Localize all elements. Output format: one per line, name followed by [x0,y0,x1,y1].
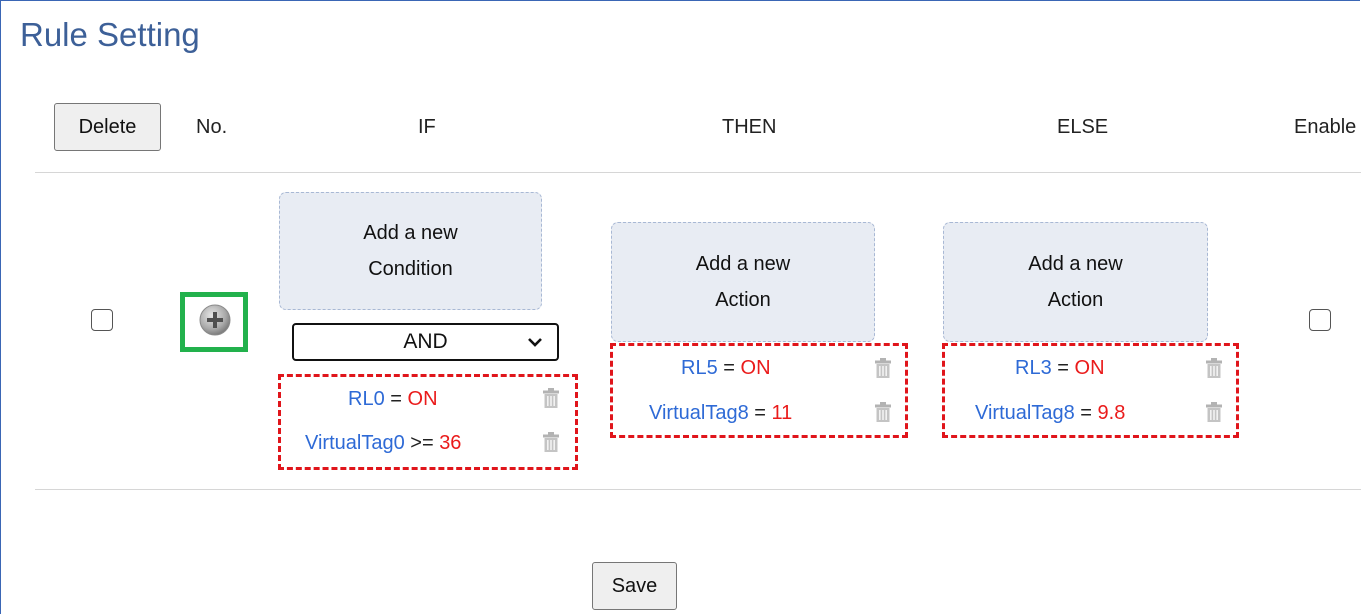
action-tag: VirtualTag8 [649,402,749,424]
trash-icon[interactable] [874,357,892,379]
add-condition-line1: Add a new [363,222,458,244]
plus-circle-icon[interactable] [198,303,232,337]
action-value: 11 [771,402,793,424]
else-action-item[interactable]: VirtualTag8 = 9.8 [975,402,1125,425]
delete-button[interactable]: Delete [54,103,161,151]
condition-tag: RL0 [348,388,385,410]
column-header-enable: Enable [1294,116,1357,138]
action-tag: VirtualTag8 [975,402,1075,424]
action-operator: = [723,357,735,379]
logic-operator-select[interactable]: AND [292,323,559,361]
trash-icon[interactable] [542,387,560,409]
add-else-action-button[interactable]: Add a new Action [943,222,1208,342]
action-operator: = [1057,357,1069,379]
logic-operator-value: AND [403,330,448,353]
action-value: 9.8 [1097,402,1126,424]
chevron-down-icon [528,338,542,347]
add-action-line1: Add a new [1028,253,1123,275]
column-header-no: No. [196,116,228,138]
add-action-line2: Action [1047,289,1104,311]
condition-value: 36 [439,432,462,454]
row-select-checkbox[interactable] [91,309,113,331]
condition-item[interactable]: RL0 = ON [348,388,438,411]
column-header-if: IF [418,116,436,138]
add-action-line1: Add a new [695,253,791,275]
action-value: ON [1074,357,1105,379]
condition-value: ON [407,388,438,410]
add-action-line2: Action [715,289,771,311]
condition-operator: = [390,388,402,410]
action-value: ON [740,357,771,379]
page-title: Rule Setting [20,16,200,53]
row-divider [35,489,1361,490]
else-action-item[interactable]: RL3 = ON [1015,357,1105,380]
condition-tag: VirtualTag0 [305,432,405,454]
condition-operator: >= [410,432,434,454]
trash-icon[interactable] [542,431,560,453]
column-header-else: ELSE [1057,116,1109,138]
action-tag: RL3 [1015,357,1052,379]
then-action-item[interactable]: VirtualTag8 = 11 [649,402,792,425]
action-tag: RL5 [681,357,718,379]
add-condition-line2: Condition [368,258,453,280]
column-header-then: THEN [722,116,777,138]
condition-item[interactable]: VirtualTag0 >= 36 [305,432,461,455]
trash-icon[interactable] [1205,401,1223,423]
add-condition-button[interactable]: Add a new Condition [279,192,542,310]
enable-checkbox[interactable] [1309,309,1331,331]
save-button[interactable]: Save [592,562,677,610]
action-operator: = [754,402,766,424]
trash-icon[interactable] [1205,357,1223,379]
trash-icon[interactable] [874,401,892,423]
action-operator: = [1080,402,1092,424]
header-divider [35,172,1361,173]
then-action-item[interactable]: RL5 = ON [681,357,771,380]
add-then-action-button[interactable]: Add a new Action [611,222,875,342]
